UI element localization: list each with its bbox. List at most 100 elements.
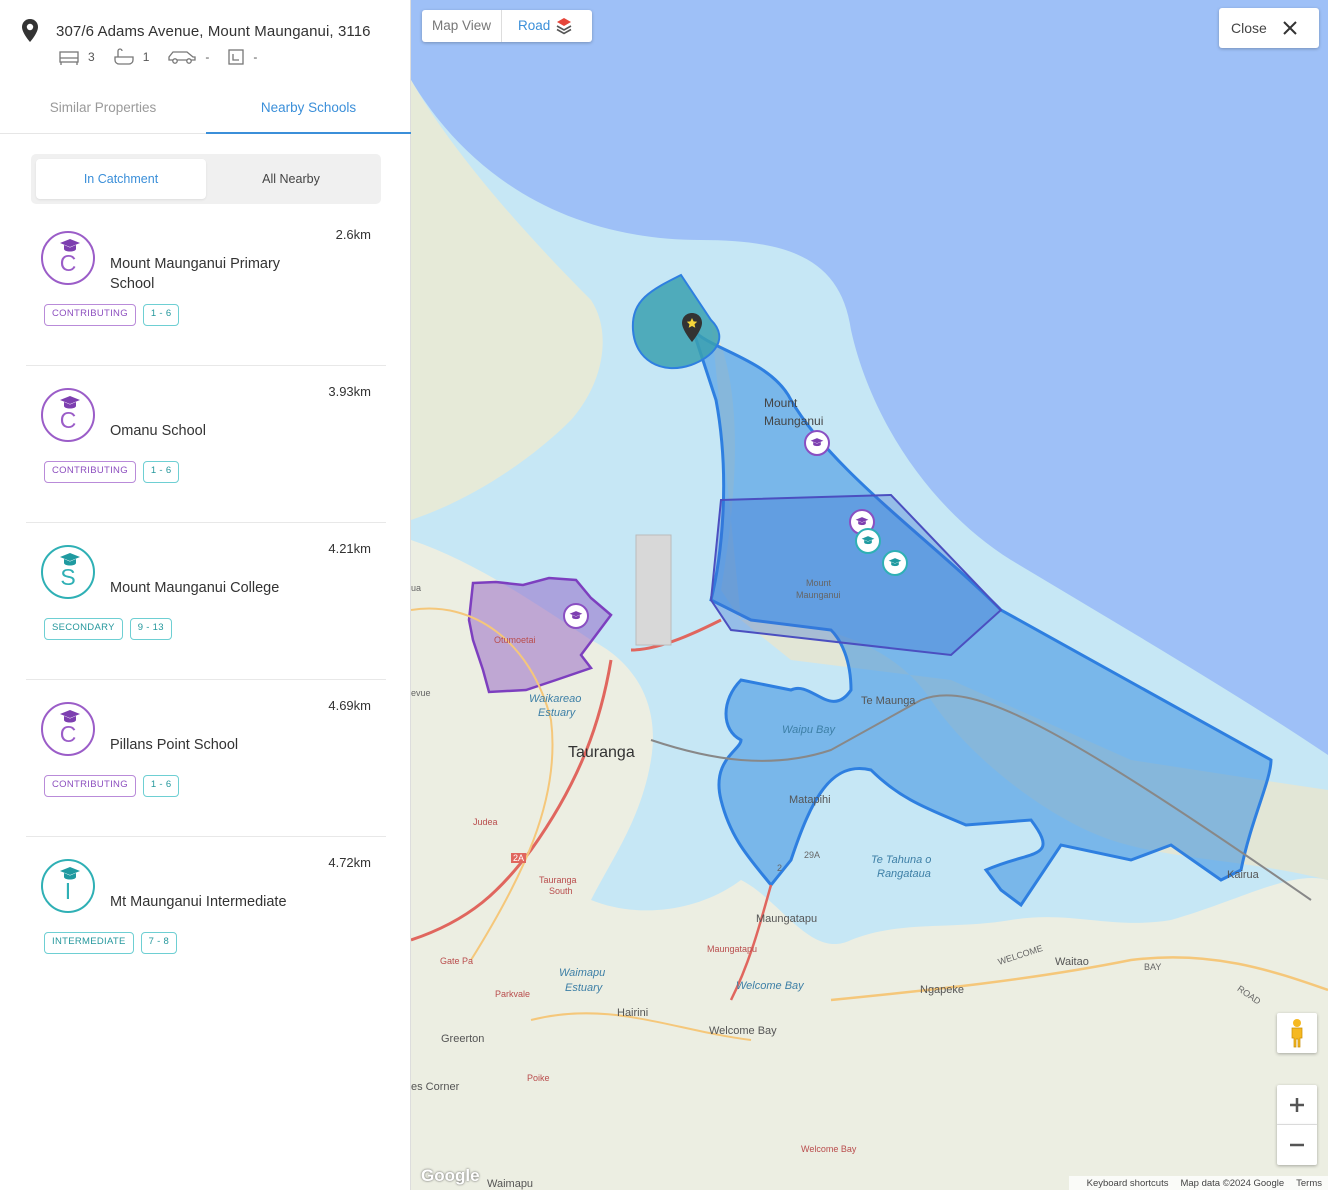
parking-count: - bbox=[205, 50, 210, 64]
school-years-badge: 1 - 6 bbox=[142, 304, 180, 326]
school-years-badge: 1 - 6 bbox=[142, 461, 180, 483]
school-type-icon: I bbox=[41, 859, 95, 913]
school-item[interactable]: C Pillans Point School 4.69km CONTRIBUTI… bbox=[26, 680, 386, 837]
label-ngapeke: Ngapeke bbox=[920, 984, 965, 996]
school-type-badge: CONTRIBUTING bbox=[44, 775, 136, 797]
port-wharf bbox=[635, 534, 672, 646]
property-marker-icon[interactable] bbox=[680, 312, 704, 344]
floor-area-value: - bbox=[253, 50, 258, 64]
school-years-badge: 1 - 6 bbox=[142, 775, 180, 797]
label-judea: Judea bbox=[473, 817, 498, 827]
school-marker-primary[interactable] bbox=[804, 430, 830, 456]
map-type-control: Map View Road bbox=[422, 10, 592, 42]
mount-summit bbox=[631, 273, 721, 370]
school-badges: SECONDARY 9 - 13 bbox=[44, 618, 179, 640]
school-badges: CONTRIBUTING 1 - 6 bbox=[44, 461, 186, 483]
school-badges: CONTRIBUTING 1 - 6 bbox=[44, 304, 186, 326]
street-view-pegman[interactable] bbox=[1277, 1013, 1317, 1053]
label-highway-2: 2 bbox=[777, 863, 783, 873]
school-type-letter: C bbox=[59, 721, 77, 747]
label-tauranga-south-1: Tauranga bbox=[539, 875, 577, 885]
road-map-button[interactable]: Road bbox=[502, 10, 592, 42]
school-type-badge: SECONDARY bbox=[44, 618, 123, 640]
school-item[interactable]: S Mount Maunganui College 4.21km SECONDA… bbox=[26, 523, 386, 680]
school-name: Mount Maunganui College bbox=[110, 580, 280, 596]
road-label: Road bbox=[518, 18, 551, 33]
label-matapihi: Matapihi bbox=[789, 794, 831, 806]
graduation-cap-icon bbox=[855, 517, 869, 526]
label-maunganui: Maunganui bbox=[764, 414, 824, 428]
school-type-icon: C bbox=[41, 231, 95, 285]
label-bay-road: BAY bbox=[1144, 962, 1162, 972]
school-type-letter: C bbox=[59, 407, 77, 433]
close-button[interactable]: Close bbox=[1219, 8, 1319, 48]
tab-nearby-schools[interactable]: Nearby Schools bbox=[206, 86, 411, 134]
label-rangataua: Rangataua bbox=[877, 868, 931, 880]
car-icon bbox=[168, 51, 197, 64]
school-type-badge: CONTRIBUTING bbox=[44, 461, 136, 483]
label-tauranga: Tauranga bbox=[568, 744, 635, 761]
school-badges: INTERMEDIATE 7 - 8 bbox=[44, 932, 184, 954]
label-maungatapu: Maungatapu bbox=[756, 913, 818, 925]
label-mount-small: Mount bbox=[806, 578, 832, 588]
school-distance: 4.72km bbox=[328, 855, 371, 870]
keyboard-shortcuts-link[interactable]: Keyboard shortcuts bbox=[1087, 1178, 1169, 1189]
in-catchment-button[interactable]: In Catchment bbox=[36, 159, 206, 199]
close-icon bbox=[1283, 21, 1297, 35]
school-distance: 4.69km bbox=[328, 698, 371, 713]
school-years-badge: 7 - 8 bbox=[140, 932, 178, 954]
bathrooms-count: 1 bbox=[142, 50, 150, 64]
school-type-badge: CONTRIBUTING bbox=[44, 304, 136, 326]
map-data-text: Map data ©2024 Google bbox=[1180, 1177, 1285, 1189]
label-te-tahuna: Te Tahuna o bbox=[871, 854, 932, 866]
label-welcome-bay-water: Welcome Bay bbox=[736, 980, 804, 992]
school-name: Pillans Point School bbox=[110, 737, 239, 753]
floor-area-feature: - bbox=[227, 48, 257, 66]
bath-icon bbox=[114, 48, 134, 65]
map-canvas[interactable]: Mount Maunganui Mount Maunganui Te Maung… bbox=[411, 0, 1328, 1190]
school-marker-pillans-point[interactable] bbox=[563, 603, 589, 629]
minus-icon bbox=[1290, 1143, 1304, 1147]
school-item[interactable]: C Omanu School 3.93km CONTRIBUTING 1 - 6 bbox=[26, 366, 386, 523]
tab-similar-properties[interactable]: Similar Properties bbox=[0, 86, 206, 134]
label-parkvale: Parkvale bbox=[495, 989, 531, 999]
school-years-badge: 9 - 13 bbox=[129, 618, 172, 640]
label-estuary-2: Estuary bbox=[565, 982, 603, 994]
school-distance: 3.93km bbox=[328, 384, 371, 399]
property-features: 3 1 - - bbox=[58, 48, 275, 66]
school-type-letter: C bbox=[59, 250, 77, 276]
school-marker-college[interactable] bbox=[855, 528, 881, 554]
school-marker-intermediate[interactable] bbox=[882, 550, 908, 576]
school-item[interactable]: I Mt Maunganui Intermediate 4.72km INTER… bbox=[26, 837, 386, 994]
label-te-maunga: Te Maunga bbox=[861, 695, 916, 707]
label-tauranga-south-2: South bbox=[549, 886, 573, 896]
label-mount: Mount bbox=[764, 396, 798, 410]
zoom-out-button[interactable] bbox=[1277, 1125, 1317, 1165]
school-name: Mt Maunganui Intermediate bbox=[110, 894, 287, 910]
school-distance: 4.21km bbox=[328, 541, 371, 556]
property-address: 307/6 Adams Avenue, Mount Maunganui, 311… bbox=[56, 22, 371, 40]
bedrooms-feature: 3 bbox=[58, 48, 95, 66]
bed-icon bbox=[59, 51, 79, 65]
school-type-icon: C bbox=[41, 702, 95, 756]
school-name: Mount Maunganui Primary School bbox=[110, 256, 281, 292]
label-welcome-bay: Welcome Bay bbox=[709, 1025, 777, 1037]
terms-link[interactable]: Terms bbox=[1296, 1178, 1322, 1189]
label-otumoetai: Otumoetai bbox=[494, 635, 536, 645]
zoom-in-button[interactable] bbox=[1277, 1085, 1317, 1125]
google-logo: Google bbox=[421, 1166, 480, 1185]
label-maunganui-small: Maunganui bbox=[796, 590, 841, 600]
school-item[interactable]: C Mount Maunganui Primary School 2.6km C… bbox=[26, 209, 386, 366]
label-maungatapu-red: Maungatapu bbox=[707, 944, 758, 954]
label-kairua: Kairua bbox=[1227, 869, 1259, 881]
map-base-layer bbox=[411, 0, 1328, 1190]
label-poike: Poike bbox=[527, 1073, 550, 1083]
all-nearby-button[interactable]: All Nearby bbox=[206, 159, 376, 199]
parking-feature: - bbox=[167, 49, 209, 65]
label-highway-2a: 2A bbox=[511, 853, 527, 863]
graduation-cap-icon bbox=[569, 611, 583, 620]
school-distance: 2.6km bbox=[335, 227, 371, 242]
school-name: Omanu School bbox=[110, 423, 206, 439]
label-hairini: Hairini bbox=[617, 1007, 649, 1019]
bathrooms-feature: 1 bbox=[113, 48, 150, 66]
